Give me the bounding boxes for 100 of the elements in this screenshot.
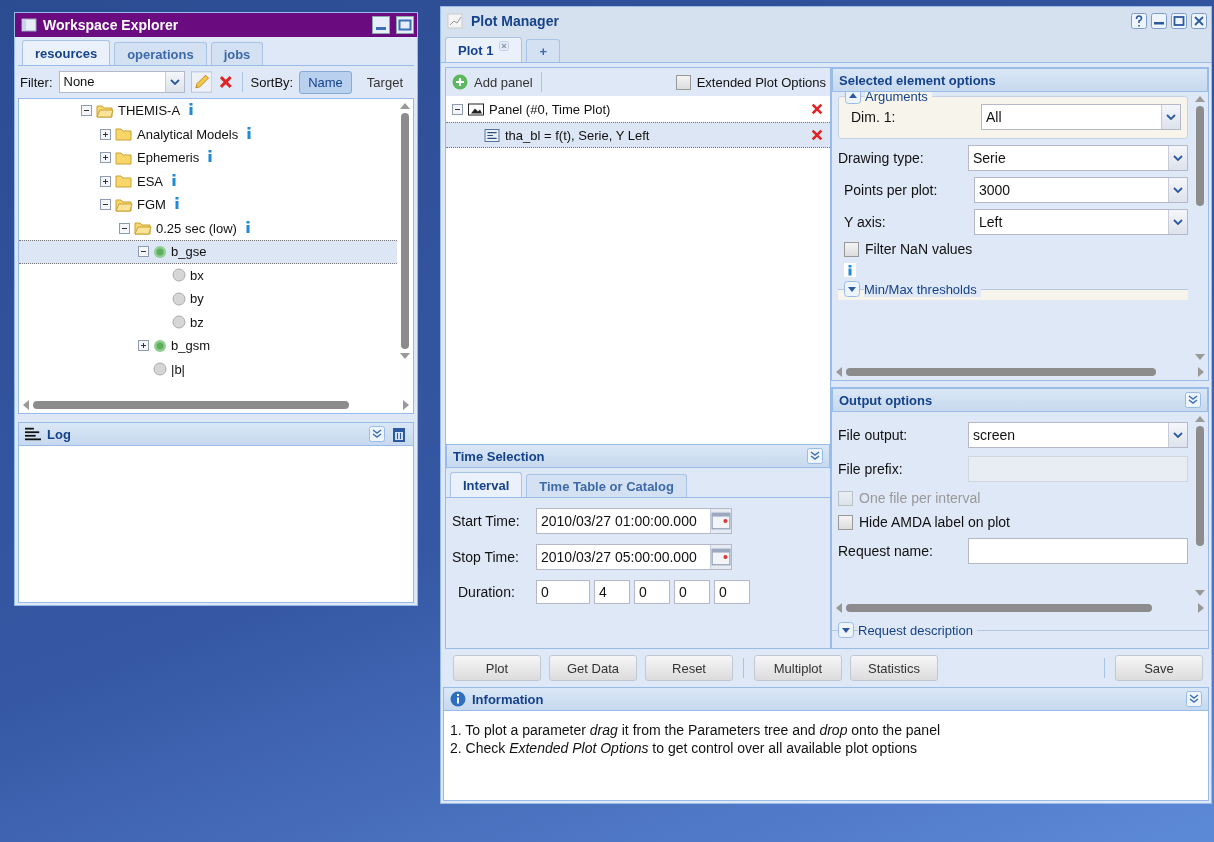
collapse-icon[interactable]	[100, 199, 111, 211]
checkbox[interactable]	[844, 241, 859, 257]
tree-row[interactable]: 0.25 sec (low)	[19, 216, 397, 240]
tree-row[interactable]: tha_bl = f(t), Serie, Y Left	[446, 122, 830, 148]
minimize-button[interactable]	[1151, 13, 1167, 29]
filter-dropdown[interactable]: None	[58, 71, 185, 93]
caret-icon[interactable]	[1173, 155, 1183, 161]
info-icon[interactable]	[173, 197, 180, 209]
date-time-field[interactable]: 2010/03/27 05:00:00.000	[536, 544, 732, 570]
delete-icon[interactable]	[218, 74, 234, 90]
tree-label: bz	[190, 314, 204, 330]
collapse-icon[interactable]	[452, 103, 463, 115]
action-button[interactable]: Reset	[645, 655, 733, 681]
tree-row[interactable]: THEMIS-A	[19, 99, 397, 123]
collapse-icon[interactable]	[119, 222, 130, 234]
collapse-arrow-icon[interactable]	[845, 92, 861, 104]
tree-label: 0.25 sec (low)	[156, 220, 237, 236]
info-icon[interactable]	[844, 263, 856, 277]
caret-icon[interactable]	[1173, 187, 1183, 193]
tree-row[interactable]: Ephemeris	[19, 146, 397, 170]
duration-field[interactable]: 0	[536, 580, 590, 604]
dropdown-field[interactable]: Serie	[968, 145, 1188, 171]
tree-row[interactable]: FGM	[19, 193, 397, 217]
tree-row[interactable]: bx	[19, 263, 397, 287]
dropdown-field[interactable]: All	[981, 104, 1181, 130]
sort-toggle-button[interactable]: Target	[357, 70, 412, 94]
expand-icon[interactable]	[138, 340, 149, 352]
action-button[interactable]: Statistics	[850, 655, 938, 681]
caret-icon[interactable]	[1173, 432, 1183, 438]
info-icon[interactable]	[207, 150, 214, 162]
expand-icon[interactable]	[100, 128, 111, 140]
tab[interactable]: +	[526, 39, 560, 62]
tree-row[interactable]: b_gsm	[19, 334, 397, 358]
tree-label: THEMIS-A	[118, 103, 181, 119]
expand-icon[interactable]	[100, 152, 111, 164]
duration-field[interactable]: 0	[714, 580, 750, 604]
tab[interactable]: operations	[114, 42, 207, 65]
add-icon[interactable]	[452, 74, 468, 90]
tab[interactable]: jobs	[210, 42, 264, 65]
maximize-button[interactable]	[396, 16, 414, 34]
tree-row[interactable]: ESA	[19, 169, 397, 193]
tree-label: bx	[190, 267, 204, 283]
action-button[interactable]: Save	[1115, 655, 1203, 681]
checkbox-label: Filter NaN values	[865, 241, 973, 257]
trash-icon[interactable]	[391, 426, 407, 442]
tree-row[interactable]: Panel (#0, Time Plot)	[446, 96, 830, 122]
tree-row[interactable]: by	[19, 287, 397, 311]
action-button[interactable]: Plot	[453, 655, 541, 681]
collapse-button[interactable]	[807, 448, 823, 464]
field-label: Request name:	[838, 543, 934, 559]
text-input-field[interactable]	[968, 538, 1188, 564]
dropdown-field[interactable]: screen	[968, 422, 1188, 448]
collapse-icon[interactable]	[138, 246, 149, 258]
duration-field[interactable]: 0	[674, 580, 710, 604]
collapse-button[interactable]	[1186, 691, 1202, 707]
checkbox[interactable]	[675, 74, 691, 90]
minimize-button[interactable]	[372, 16, 390, 34]
tree-label: FGM	[137, 197, 166, 213]
sort-toggle-button[interactable]: Name	[299, 70, 352, 94]
delete-icon[interactable]	[810, 128, 824, 142]
info-icon[interactable]	[246, 126, 253, 139]
tab[interactable]: Plot 1	[445, 37, 523, 62]
close-button[interactable]	[1191, 13, 1207, 29]
caret-icon[interactable]	[169, 79, 180, 85]
collapse-button[interactable]	[1185, 392, 1201, 408]
duration-field[interactable]: 0	[634, 580, 670, 604]
maximize-button[interactable]	[1171, 13, 1187, 29]
info-icon[interactable]	[244, 220, 251, 233]
tree-row[interactable]: b_gse	[19, 240, 397, 264]
date-time-field[interactable]: 2010/03/27 01:00:00.000	[536, 508, 732, 534]
component-icon	[172, 291, 186, 306]
chart-icon	[447, 13, 463, 29]
close-icon[interactable]	[499, 41, 510, 51]
action-button[interactable]: Get Data	[549, 655, 637, 681]
tab[interactable]: resources	[22, 40, 111, 65]
expand-icon[interactable]	[100, 175, 111, 187]
tree-row[interactable]: |b|	[19, 357, 397, 381]
tree-row[interactable]: Analytical Models	[19, 122, 397, 146]
tree-row[interactable]: bz	[19, 310, 397, 334]
add-panel-button[interactable]: Add panel	[474, 74, 533, 90]
delete-icon[interactable]	[810, 102, 824, 116]
image-icon	[468, 102, 484, 116]
calendar-icon[interactable]	[710, 509, 731, 533]
caret-icon[interactable]	[1173, 219, 1183, 225]
tab[interactable]: Time Table or Catalog	[526, 474, 687, 497]
calendar-icon[interactable]	[710, 545, 731, 569]
collapse-button[interactable]	[369, 426, 385, 442]
checkbox[interactable]	[838, 514, 853, 530]
collapse-icon[interactable]	[81, 105, 92, 117]
info-icon[interactable]	[188, 103, 195, 115]
action-button[interactable]: Multiplot	[754, 655, 842, 681]
open-folder-icon	[115, 197, 133, 212]
caret-icon[interactable]	[1166, 114, 1176, 120]
dropdown-field[interactable]: Left	[974, 209, 1188, 235]
help-button[interactable]	[1131, 13, 1147, 29]
tab[interactable]: Interval	[450, 472, 523, 497]
dropdown-field[interactable]: 3000	[974, 177, 1188, 203]
tree-label: b_gse	[171, 244, 207, 260]
info-icon[interactable]	[171, 173, 177, 186]
duration-field[interactable]: 4	[594, 580, 630, 604]
